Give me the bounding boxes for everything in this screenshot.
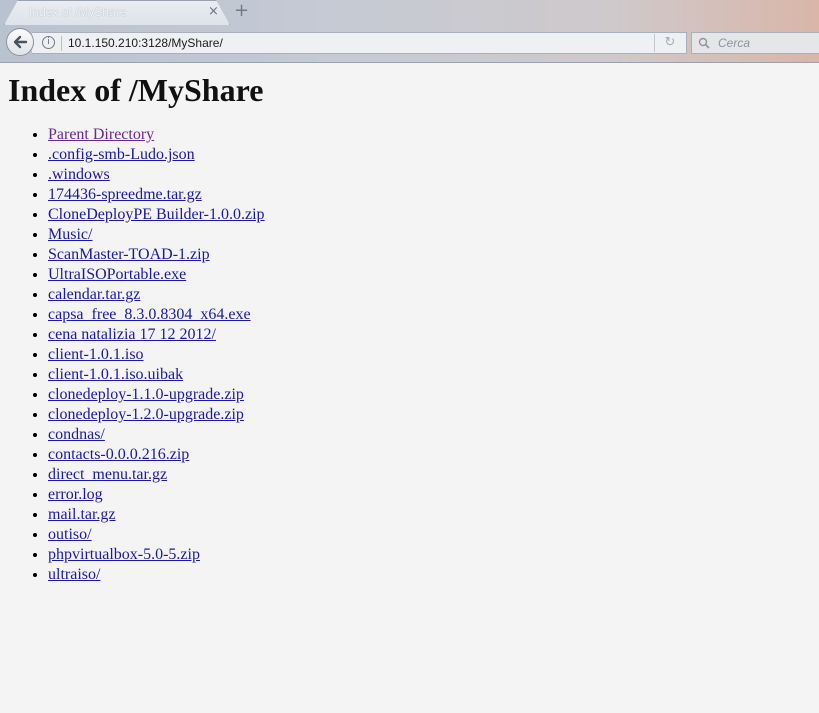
tab-title: Index of /MyShare	[29, 5, 127, 19]
file-link[interactable]: CloneDeployPE Builder-1.0.0.zip	[48, 206, 265, 223]
list-item: Parent Directory	[48, 125, 811, 145]
file-link[interactable]: .windows	[48, 166, 110, 183]
file-link[interactable]: direct_menu.tar.gz	[48, 466, 167, 483]
file-link[interactable]: calendar.tar.gz	[48, 286, 140, 303]
list-item: error.log	[48, 485, 811, 505]
url-text[interactable]: 10.1.150.210:3128/MyShare/	[68, 36, 223, 50]
list-item: client-1.0.1.iso	[48, 345, 811, 365]
back-arrow-icon	[13, 35, 28, 49]
list-item: cena natalizia 17 12 2012/	[48, 325, 811, 345]
file-link[interactable]: phpvirtualbox-5.0-5.zip	[48, 546, 200, 563]
list-item: .config-smb-Ludo.json	[48, 145, 811, 165]
file-link[interactable]: capsa_free_8.3.0.8304_x64.exe	[48, 306, 251, 323]
file-link[interactable]: Music/	[48, 226, 92, 243]
file-link[interactable]: contacts-0.0.0.216.zip	[48, 446, 189, 463]
list-item: client-1.0.1.iso.uibak	[48, 365, 811, 385]
file-link[interactable]: mail.tar.gz	[48, 506, 116, 523]
back-button[interactable]	[6, 28, 34, 56]
list-item: contacts-0.0.0.216.zip	[48, 445, 811, 465]
list-item: direct_menu.tar.gz	[48, 465, 811, 485]
address-bar[interactable]: i 10.1.150.210:3128/MyShare/ ↻	[32, 32, 687, 54]
list-item: CloneDeployPE Builder-1.0.0.zip	[48, 205, 811, 225]
file-list: Parent Directory .config-smb-Ludo.json .wi…	[8, 125, 811, 585]
list-item: calendar.tar.gz	[48, 285, 811, 305]
list-item: .windows	[48, 165, 811, 185]
close-icon[interactable]: ×	[208, 4, 219, 20]
list-item: UltraISOPortable.exe	[48, 265, 811, 285]
list-item: clonedeploy-1.2.0-upgrade.zip	[48, 405, 811, 425]
file-link[interactable]: client-1.0.1.iso.uibak	[48, 366, 183, 383]
file-link[interactable]: .config-smb-Ludo.json	[48, 146, 195, 163]
file-link[interactable]: outiso/	[48, 526, 92, 543]
list-item: mail.tar.gz	[48, 505, 811, 525]
list-item: Music/	[48, 225, 811, 245]
file-link[interactable]: ultraiso/	[48, 566, 100, 583]
page-content: Index of /MyShare Parent Directory .confi…	[8, 62, 811, 585]
list-item: phpvirtualbox-5.0-5.zip	[48, 545, 811, 565]
plus-icon[interactable]: +	[234, 1, 249, 21]
file-link[interactable]: Parent Directory	[48, 126, 154, 143]
list-item: ultraiso/	[48, 565, 811, 585]
file-link[interactable]: client-1.0.1.iso	[48, 346, 144, 363]
file-link[interactable]: UltraISOPortable.exe	[48, 266, 186, 283]
list-item: outiso/	[48, 525, 811, 545]
file-link[interactable]: clonedeploy-1.2.0-upgrade.zip	[48, 406, 244, 423]
search-icon	[698, 37, 710, 49]
page-title: Index of /MyShare	[8, 72, 264, 108]
browser-chrome: Index of /MyShare × + i 10.1.150.210:312…	[0, 0, 819, 63]
list-item: 174436-spreedme.tar.gz	[48, 185, 811, 205]
file-link[interactable]: clonedeploy-1.1.0-upgrade.zip	[48, 386, 244, 403]
search-box[interactable]: Cerca	[691, 32, 819, 54]
info-icon[interactable]: i	[42, 36, 55, 49]
file-link[interactable]: condnas/	[48, 426, 105, 443]
file-link[interactable]: error.log	[48, 486, 103, 503]
file-link[interactable]: cena natalizia 17 12 2012/	[48, 326, 216, 343]
list-item: capsa_free_8.3.0.8304_x64.exe	[48, 305, 811, 325]
divider	[61, 36, 62, 51]
file-link[interactable]: ScanMaster-TOAD-1.zip	[48, 246, 210, 263]
list-item: ScanMaster-TOAD-1.zip	[48, 245, 811, 265]
file-link[interactable]: 174436-spreedme.tar.gz	[48, 186, 202, 203]
tab-index-myshare[interactable]: Index of /MyShare ×	[4, 0, 230, 25]
list-item: clonedeploy-1.1.0-upgrade.zip	[48, 385, 811, 405]
tab-strip: Index of /MyShare × +	[0, 0, 819, 26]
navigation-bar: i 10.1.150.210:3128/MyShare/ ↻ Cerca	[0, 26, 819, 62]
list-item: condnas/	[48, 425, 811, 445]
reload-icon[interactable]: ↻	[654, 34, 685, 52]
search-input[interactable]: Cerca	[718, 36, 750, 50]
